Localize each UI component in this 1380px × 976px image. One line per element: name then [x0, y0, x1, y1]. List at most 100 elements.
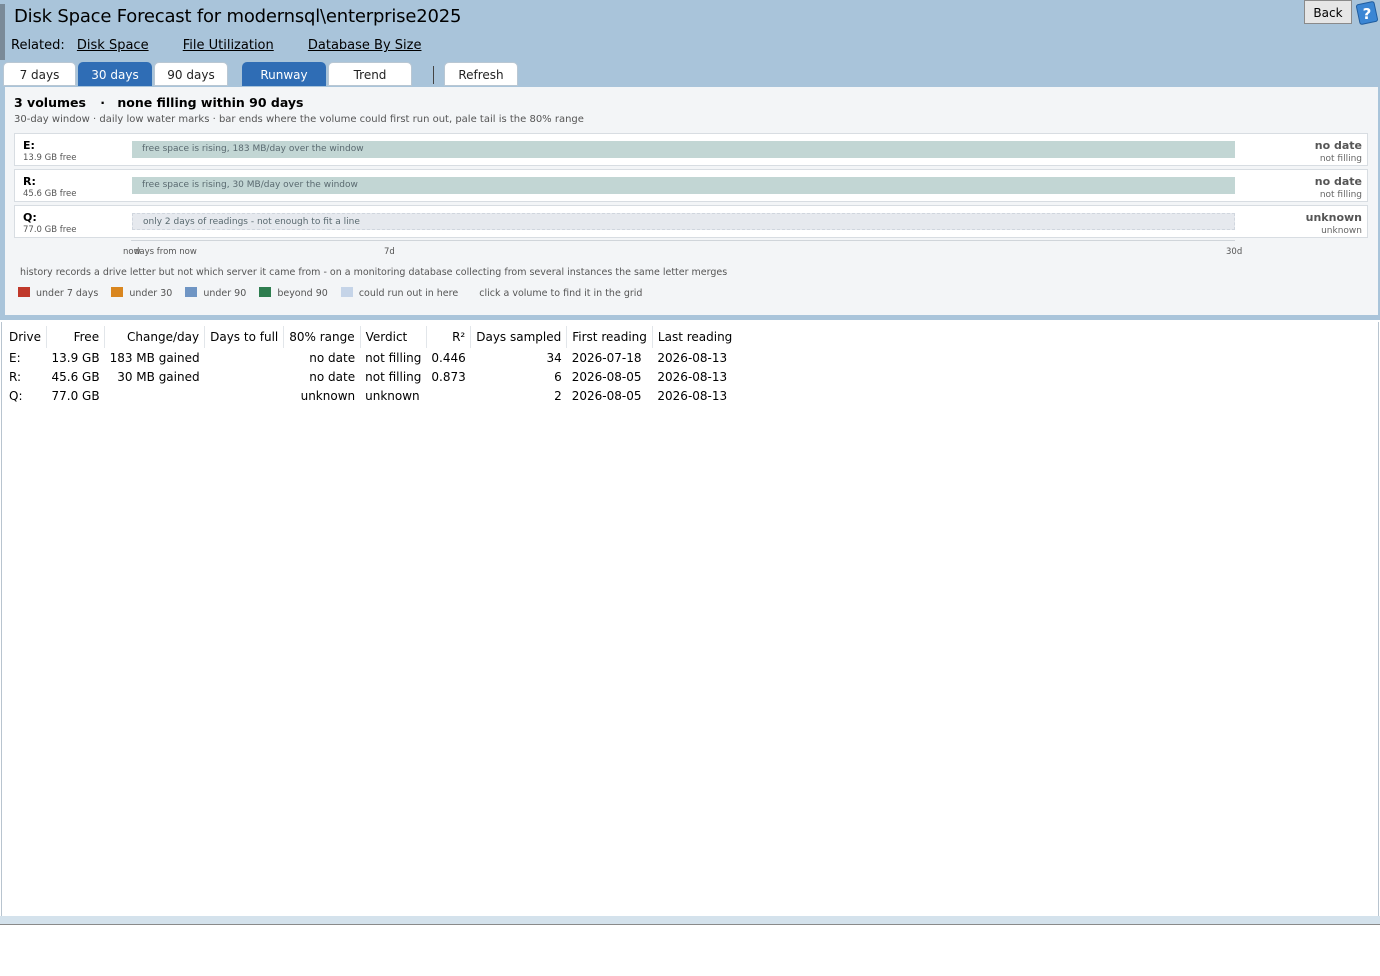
legend-item: under 90: [185, 287, 246, 299]
legend-item: under 7 days: [18, 287, 98, 299]
cell-free: 45.6 GB: [51, 369, 100, 384]
table-row[interactable]: R: 45.6 GB 30 MB gained no date not fill…: [4, 367, 737, 386]
cell-80-range: no date: [309, 369, 356, 384]
volume-verdict: not filling: [1319, 154, 1362, 164]
volume-name: R:: [23, 175, 36, 188]
volume-free: 45.6 GB free: [23, 189, 77, 199]
cell-last-reading: 2026-08-13: [657, 350, 728, 365]
link-disk-space[interactable]: Disk Space: [77, 38, 149, 53]
legend-swatch: [185, 287, 198, 297]
cell-verdict: unknown: [365, 388, 420, 403]
bottom-strip: [0, 916, 1380, 925]
cell-drive: E:: [9, 350, 21, 365]
volume-verdict: not filling: [1319, 190, 1362, 200]
runway-bar-text: free space is rising, 30 MB/day over the…: [142, 180, 358, 190]
legend-label: under 7 days: [36, 288, 99, 299]
volume-row-e[interactable]: E: 13.9 GB free free space is rising, 18…: [14, 133, 1368, 166]
col-r2[interactable]: R²: [426, 326, 472, 348]
col-drive[interactable]: Drive: [4, 326, 47, 348]
cell-change: 30 MB gained: [117, 369, 200, 384]
svg-text:?: ?: [1363, 5, 1372, 23]
legend-swatch: [111, 287, 124, 297]
summary-status: none filling within 90 days: [117, 95, 304, 110]
volume-row-q[interactable]: Q: 77.0 GB free only 2 days of readings …: [14, 205, 1368, 238]
cell-verdict: not filling: [365, 350, 422, 365]
volume-date: no date: [1314, 175, 1362, 188]
related-links: Related: Disk Space File Utilization Dat…: [11, 38, 451, 53]
cell-drive: Q:: [9, 388, 23, 403]
header-row: Drive Free Change/day Days to full 80% r…: [4, 326, 737, 348]
table-row[interactable]: Q: 77.0 GB unknown unknown 2 2026-08-05 …: [4, 386, 737, 405]
help-icon[interactable]: ?: [1355, 0, 1379, 26]
col-free[interactable]: Free: [46, 326, 106, 348]
back-button[interactable]: Back: [1304, 0, 1352, 24]
col-verdict[interactable]: Verdict: [360, 326, 427, 348]
runway-panel: 3 volumes · none filling within 90 days …: [5, 87, 1378, 315]
cell-drive: R:: [9, 369, 22, 384]
legend-swatch: [340, 287, 353, 297]
legend-item: under 30: [111, 287, 172, 299]
volume-free: 13.9 GB free: [23, 153, 77, 163]
axis-tick-7d: 7d: [384, 247, 395, 257]
axis-tick-30d: 30d: [1226, 247, 1243, 257]
col-last-reading[interactable]: Last reading: [652, 326, 737, 348]
tab-30-days[interactable]: 30 days: [78, 62, 152, 86]
table-row[interactable]: E: 13.9 GB 183 MB gained no date not fil…: [4, 348, 737, 367]
cell-days-sampled: 2: [554, 388, 562, 403]
link-file-utilization[interactable]: File Utilization: [183, 38, 274, 53]
runway-bar-text: free space is rising, 183 MB/day over th…: [142, 144, 364, 154]
legend-item: could run out in here: [340, 287, 459, 299]
results-grid[interactable]: Drive Free Change/day Days to full 80% r…: [1, 322, 1379, 916]
volume-verdict: unknown: [1321, 226, 1362, 236]
tab-7-days[interactable]: 7 days: [3, 62, 76, 86]
axis-title: days from now: [134, 247, 197, 257]
tab-90-days[interactable]: 90 days: [154, 62, 228, 86]
runway-bar-text: only 2 days of readings - not enough to …: [143, 217, 360, 227]
col-80-range[interactable]: 80% range: [283, 326, 361, 348]
tab-runway[interactable]: Runway: [242, 62, 326, 86]
cell-last-reading: 2026-08-13: [657, 369, 728, 384]
volume-name: Q:: [23, 211, 37, 224]
volume-date: unknown: [1305, 211, 1362, 224]
header-accent-bar: [0, 4, 5, 60]
toolbar-separator: [433, 66, 434, 84]
volume-name: E:: [23, 139, 35, 152]
volume-row-r[interactable]: R: 45.6 GB free free space is rising, 30…: [14, 169, 1368, 202]
tab-trend[interactable]: Trend: [328, 62, 412, 86]
col-change[interactable]: Change/day: [104, 326, 206, 348]
col-days-to-full[interactable]: Days to full: [204, 326, 285, 348]
cell-free: 77.0 GB: [51, 388, 100, 403]
cell-days-to-full: [205, 367, 284, 386]
cell-days-to-full: [205, 386, 284, 405]
cell-change: 183 MB gained: [109, 350, 200, 365]
refresh-button[interactable]: Refresh: [444, 62, 518, 86]
runway-bar: free space is rising, 183 MB/day over th…: [132, 141, 1235, 158]
cell-first-reading: 2026-08-05: [571, 388, 642, 403]
summary-dot: ·: [100, 95, 106, 110]
cell-first-reading: 2026-08-05: [571, 369, 642, 384]
cell-last-reading: 2026-08-13: [657, 388, 728, 403]
related-label: Related:: [11, 38, 65, 53]
cell-days-sampled: 34: [546, 350, 562, 365]
runway-bar-unknown: only 2 days of readings - not enough to …: [132, 213, 1235, 230]
legend-label: could run out in here: [358, 288, 459, 299]
col-days-sampled[interactable]: Days sampled: [470, 326, 568, 348]
page-title: Disk Space Forecast for modernsql\enterp…: [14, 6, 462, 27]
legend: under 7 days under 30 under 90 beyond 90…: [18, 287, 652, 299]
link-database-by-size[interactable]: Database By Size: [308, 38, 422, 53]
volume-date: no date: [1314, 139, 1362, 152]
cell-r2: 0.446: [431, 350, 466, 365]
cell-r2: 0.873: [431, 369, 466, 384]
history-note: history records a drive letter but not w…: [20, 267, 728, 278]
cell-80-range: no date: [309, 350, 356, 365]
col-first-reading[interactable]: First reading: [566, 326, 653, 348]
legend-swatch: [18, 287, 30, 297]
cell-days-to-full: [205, 348, 284, 367]
volume-free: 77.0 GB free: [23, 225, 77, 235]
runway-bar: free space is rising, 30 MB/day over the…: [132, 177, 1235, 194]
legend-hint: click a volume to find it in the grid: [479, 288, 643, 299]
legend-label: beyond 90: [277, 288, 328, 299]
cell-days-sampled: 6: [554, 369, 562, 384]
cell-first-reading: 2026-07-18: [571, 350, 642, 365]
summary-title: 3 volumes · none filling within 90 days: [14, 95, 304, 110]
